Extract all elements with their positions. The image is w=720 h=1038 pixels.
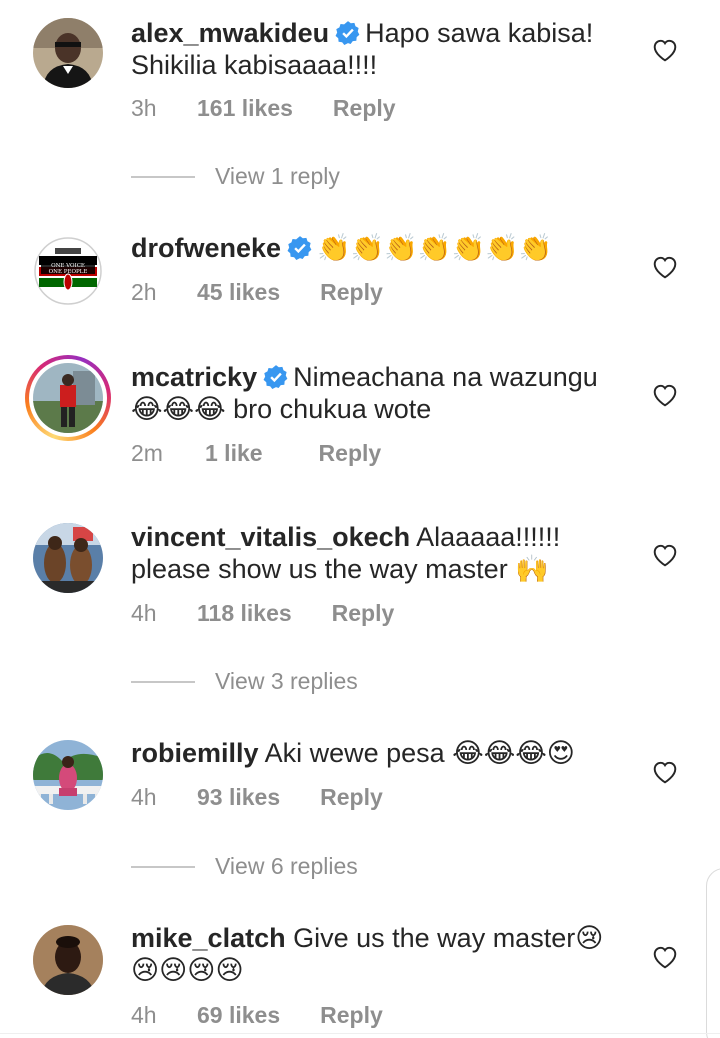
avatar[interactable]	[33, 523, 103, 593]
comment-body: drofweneke 👏👏👏👏👏👏👏	[131, 232, 631, 264]
avatar[interactable]	[33, 740, 103, 810]
reply-button[interactable]: Reply	[320, 1002, 383, 1029]
likes-count[interactable]: 1 like	[205, 440, 263, 467]
likes-count[interactable]: 69 likes	[197, 1002, 280, 1029]
view-replies-button[interactable]: View 6 replies	[131, 853, 358, 880]
comment-meta: 4h 118 likes Reply	[131, 600, 394, 627]
comments-list: alex_mwakideu Hapo sawa kabisa! Shikilia …	[0, 0, 720, 1038]
comment-text: 👏👏👏👏👏👏👏	[317, 233, 553, 263]
reply-button[interactable]: Reply	[319, 440, 382, 467]
comment-body: mike_clatch Give us the way master😢 😢😢😢😢	[131, 922, 631, 986]
comment-time: 4h	[131, 600, 157, 626]
likes-count[interactable]: 118 likes	[197, 600, 292, 627]
verified-badge-icon	[263, 365, 288, 390]
view-replies-label: View 6 replies	[215, 853, 358, 879]
reply-button[interactable]: Reply	[320, 784, 383, 811]
comment-text: Aki wewe pesa 😂😂😂😍	[264, 738, 575, 768]
reply-button[interactable]: Reply	[333, 95, 396, 122]
comment-time: 3h	[131, 95, 157, 121]
comment-body: vincent_vitalis_okech Alaaaaa!!!!!! plea…	[131, 521, 631, 585]
divider	[0, 1033, 720, 1034]
username[interactable]: mike_clatch	[131, 923, 286, 953]
avatar	[29, 359, 107, 437]
comment-body: alex_mwakideu Hapo sawa kabisa! Shikilia …	[131, 17, 631, 81]
verified-badge-icon	[287, 236, 312, 261]
username[interactable]: drofweneke	[131, 233, 281, 263]
reply-divider	[131, 176, 195, 178]
comment-time: 4h	[131, 1002, 157, 1028]
reply-button[interactable]: Reply	[332, 600, 395, 627]
likes-count[interactable]: 45 likes	[197, 279, 280, 306]
comment-body: mcatricky Nimeachana na wazungu 😂😂😂 bro c…	[131, 361, 631, 425]
avatar[interactable]: ONE VOICE ONE PEOPLE	[33, 236, 103, 306]
heart-outline-icon[interactable]	[652, 945, 678, 969]
heart-outline-icon[interactable]	[652, 38, 678, 62]
reply-button[interactable]: Reply	[320, 279, 383, 306]
comment-time: 2m	[131, 440, 163, 466]
comment-meta: 2m 1 like Reply	[131, 440, 381, 467]
verified-badge-icon	[335, 21, 360, 46]
heart-outline-icon[interactable]	[652, 543, 678, 567]
heart-outline-icon[interactable]	[652, 255, 678, 279]
username[interactable]: mcatricky	[131, 362, 257, 392]
comment-meta: 2h 45 likes Reply	[131, 279, 383, 306]
reply-divider	[131, 866, 195, 868]
reply-divider	[131, 681, 195, 683]
view-replies-label: View 3 replies	[215, 668, 358, 694]
side-panel-handle[interactable]	[706, 868, 720, 1038]
likes-count[interactable]: 93 likes	[197, 784, 280, 811]
avatar[interactable]	[33, 18, 103, 88]
comment-meta: 4h 69 likes Reply	[131, 1002, 383, 1029]
avatar-story-ring[interactable]	[25, 355, 111, 441]
likes-count[interactable]: 161 likes	[197, 95, 293, 122]
heart-outline-icon[interactable]	[652, 383, 678, 407]
view-replies-button[interactable]: View 1 reply	[131, 163, 340, 190]
comment-meta: 3h 161 likes Reply	[131, 95, 396, 122]
comment-time: 4h	[131, 784, 157, 810]
username[interactable]: alex_mwakideu	[131, 18, 329, 48]
username[interactable]: vincent_vitalis_okech	[131, 522, 410, 552]
comment-meta: 4h 93 likes Reply	[131, 784, 383, 811]
username[interactable]: robiemilly	[131, 738, 259, 768]
view-replies-button[interactable]: View 3 replies	[131, 668, 358, 695]
avatar[interactable]	[33, 925, 103, 995]
comment-time: 2h	[131, 279, 157, 305]
heart-outline-icon[interactable]	[652, 760, 678, 784]
comment-body: robiemilly Aki wewe pesa 😂😂😂😍	[131, 737, 631, 769]
view-replies-label: View 1 reply	[215, 163, 340, 189]
